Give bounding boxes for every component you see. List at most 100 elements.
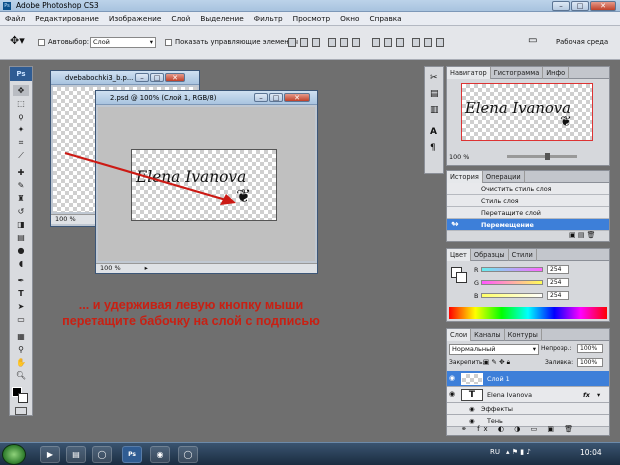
menu-filter[interactable]: Фильтр — [249, 12, 288, 26]
menu-window[interactable]: Окно — [335, 12, 364, 26]
fx-icon[interactable]: fx — [583, 387, 590, 403]
menu-help[interactable]: Справка — [365, 12, 407, 26]
opera-icon[interactable]: ◯ — [92, 446, 112, 463]
eye-icon[interactable]: ◉ — [449, 374, 457, 382]
channel-r-value[interactable]: 254 — [547, 265, 569, 274]
tab-swatches[interactable]: Образцы — [471, 249, 509, 261]
tab-histogram[interactable]: Гистограмма — [491, 67, 544, 79]
channel-b-value[interactable]: 254 — [547, 291, 569, 300]
move-tool-icon[interactable]: ✥ — [13, 85, 29, 96]
navigator-zoom-handle[interactable] — [545, 153, 550, 160]
color-ramp[interactable] — [449, 307, 607, 319]
tab-paths[interactable]: Контуры — [505, 329, 542, 341]
tab-navigator[interactable]: Навигатор — [447, 67, 491, 79]
media-player-icon[interactable]: ▶ — [40, 446, 60, 463]
tray-icons[interactable]: ▴ ⚑ ▮ ♪ — [506, 448, 531, 456]
tool-presets-icon[interactable]: ▤ — [430, 89, 439, 99]
minimize-icon[interactable]: – — [254, 93, 268, 102]
tab-info[interactable]: Инфо — [543, 67, 570, 79]
maximize-icon[interactable]: □ — [269, 93, 283, 102]
slice-tool-icon[interactable]: ⟋ — [13, 150, 29, 161]
menu-view[interactable]: Просмотр — [288, 12, 335, 26]
maximize-icon[interactable]: □ — [571, 1, 589, 11]
minimize-icon[interactable]: – — [135, 73, 149, 82]
minimize-icon[interactable]: – — [552, 1, 570, 11]
channel-g-value[interactable]: 254 — [547, 278, 569, 287]
distribute-top-icon[interactable] — [372, 38, 380, 47]
workspace-label[interactable]: Рабочая среда — [556, 38, 608, 46]
opacity-value[interactable]: 100% — [577, 344, 603, 353]
align-right-icon[interactable] — [352, 38, 360, 47]
quick-mask-icon[interactable] — [15, 407, 27, 415]
type-tool-icon[interactable]: T — [13, 288, 29, 299]
clone-stamp-tool-icon[interactable]: ♜ — [13, 193, 29, 204]
lasso-tool-icon[interactable]: ϙ — [13, 111, 29, 122]
hand-tool-icon[interactable]: ✋ — [13, 357, 29, 368]
menu-select[interactable]: Выделение — [195, 12, 248, 26]
tab-styles[interactable]: Стили — [509, 249, 537, 261]
align-bottom-icon[interactable] — [312, 38, 320, 47]
distribute-right-icon[interactable] — [436, 38, 444, 47]
history-item[interactable]: Перетащите слой — [447, 207, 609, 219]
path-selection-tool-icon[interactable]: ➤ — [13, 301, 29, 312]
brush-tool-icon[interactable]: ✎ — [13, 180, 29, 191]
photoshop-task-icon[interactable]: Ps — [122, 446, 142, 463]
show-controls-checkbox[interactable] — [165, 39, 172, 46]
dodge-tool-icon[interactable]: ◖ — [13, 258, 29, 269]
layers-footer-icons[interactable]: ⚭ fx ◐ ◑ ▭ ▣ 🗑︎ — [461, 425, 577, 433]
notes-tool-icon[interactable]: ▦ — [13, 331, 29, 342]
menu-file[interactable]: Файл — [0, 12, 30, 26]
channel-g-slider[interactable] — [481, 280, 543, 285]
clock[interactable]: 10:04 — [580, 448, 602, 457]
gradient-tool-icon[interactable]: ▤ — [13, 232, 29, 243]
workspace-icon[interactable]: ▭ — [528, 35, 537, 46]
healing-brush-tool-icon[interactable]: ✚ — [13, 167, 29, 178]
chevron-down-icon[interactable]: ▾ — [597, 387, 600, 403]
distribute-vcenter-icon[interactable] — [384, 38, 392, 47]
align-vcenter-icon[interactable] — [300, 38, 308, 47]
close-icon[interactable]: ✕ — [590, 1, 616, 11]
history-item-active[interactable]: ↬ Перемещение — [447, 219, 609, 231]
autoselect-select[interactable]: Слой ▾ — [90, 37, 156, 48]
shape-tool-icon[interactable]: ▭ — [13, 314, 29, 325]
autoselect-checkbox[interactable] — [38, 39, 45, 46]
paragraph-icon[interactable]: ¶ — [430, 143, 436, 153]
tab-channels[interactable]: Каналы — [471, 329, 505, 341]
layer-effects-row[interactable]: ◉ Эффекты — [447, 403, 609, 415]
align-hcenter-icon[interactable] — [340, 38, 348, 47]
opera-task-icon[interactable]: ◯ — [178, 446, 198, 463]
tab-color[interactable]: Цвет — [447, 249, 471, 261]
channel-b-slider[interactable] — [481, 293, 543, 298]
distribute-hcenter-icon[interactable] — [424, 38, 432, 47]
chrome-icon[interactable]: ◉ — [150, 446, 170, 463]
distribute-left-icon[interactable] — [412, 38, 420, 47]
close-icon[interactable]: ✕ — [165, 73, 185, 82]
history-item[interactable]: Стиль слоя — [447, 195, 609, 207]
explorer-icon[interactable]: ▤ — [66, 446, 86, 463]
maximize-icon[interactable]: □ — [150, 73, 164, 82]
background-color-swatch[interactable] — [18, 393, 28, 403]
tab-actions[interactable]: Операции — [483, 171, 525, 183]
layer-comps-icon[interactable]: ▥ — [430, 105, 439, 115]
lock-icons[interactable]: ▣ ✎ ✥ 🔒︎ — [483, 358, 510, 367]
language-indicator[interactable]: RU — [490, 448, 500, 456]
pen-tool-icon[interactable]: ✒ — [13, 275, 29, 286]
magic-wand-tool-icon[interactable]: ✦ — [13, 124, 29, 135]
navigator-preview[interactable]: Elena Ivanova ❦ — [461, 83, 593, 141]
eyedropper-tool-icon[interactable]: ⚲ — [13, 344, 29, 355]
eye-icon[interactable]: ◉ — [469, 403, 475, 415]
menu-layer[interactable]: Слой — [166, 12, 195, 26]
align-top-icon[interactable] — [288, 38, 296, 47]
zoom-tool-icon[interactable]: 🔍︎ — [13, 370, 29, 381]
channel-r-slider[interactable] — [481, 267, 543, 272]
distribute-bottom-icon[interactable] — [396, 38, 404, 47]
fill-value[interactable]: 100% — [577, 358, 603, 367]
background-color-swatch[interactable] — [456, 272, 467, 283]
blur-tool-icon[interactable]: ● — [13, 245, 29, 256]
history-footer-icons[interactable]: ▣ ▤ 🗑︎ — [569, 231, 596, 239]
align-left-icon[interactable] — [328, 38, 336, 47]
layer-name[interactable]: Слой 1 — [487, 371, 510, 387]
history-brush-tool-icon[interactable]: ↺ — [13, 206, 29, 217]
start-button[interactable] — [2, 444, 26, 465]
navigator-zoom[interactable]: 100 % — [449, 153, 469, 161]
